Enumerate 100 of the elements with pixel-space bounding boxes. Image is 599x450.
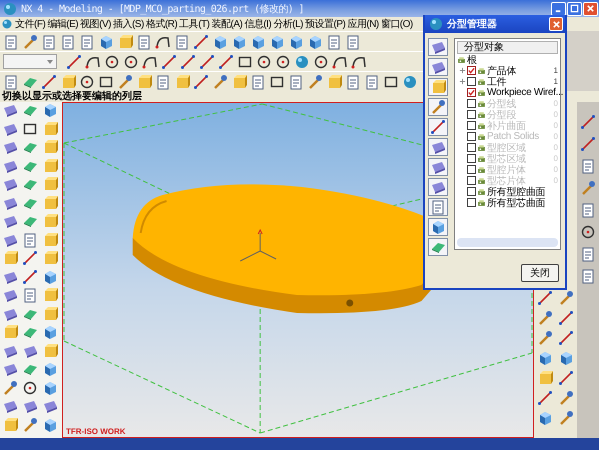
- close-button[interactable]: 关闭: [521, 264, 559, 282]
- doc-icon[interactable]: [580, 268, 596, 284]
- circle-icon[interactable]: [275, 54, 291, 70]
- doc-icon[interactable]: [345, 34, 361, 50]
- circle-icon[interactable]: [580, 224, 596, 240]
- tool-button[interactable]: [428, 138, 448, 156]
- tool-button[interactable]: [428, 38, 448, 56]
- doc-icon[interactable]: [136, 34, 152, 50]
- block-icon[interactable]: [2, 416, 18, 432]
- block-icon[interactable]: [42, 232, 58, 248]
- circle-icon[interactable]: [256, 54, 272, 70]
- line-icon[interactable]: [537, 390, 553, 406]
- close-button[interactable]: [549, 17, 563, 31]
- tool-icon[interactable]: [558, 390, 574, 406]
- menu-item[interactable]: 编辑(E): [47, 17, 78, 31]
- line-icon[interactable]: [537, 290, 553, 306]
- doc-icon[interactable]: [580, 246, 596, 262]
- cube-icon[interactable]: [288, 34, 304, 50]
- tool-button[interactable]: [428, 158, 448, 176]
- doc-icon[interactable]: [250, 74, 266, 90]
- cube-icon[interactable]: [250, 34, 266, 50]
- doc-icon[interactable]: [345, 74, 361, 90]
- tool-button[interactable]: [428, 218, 448, 236]
- tool-button[interactable]: [428, 118, 448, 136]
- maximize-button[interactable]: [567, 2, 582, 16]
- circle-icon[interactable]: [79, 74, 95, 90]
- plate-icon[interactable]: [2, 361, 18, 377]
- expand-icon[interactable]: [459, 78, 466, 85]
- plate-icon[interactable]: [22, 398, 38, 414]
- doc-icon[interactable]: [60, 34, 76, 50]
- block-icon[interactable]: [42, 194, 58, 210]
- cube-icon[interactable]: [537, 410, 553, 426]
- tool-icon[interactable]: [212, 74, 228, 90]
- line-icon[interactable]: [22, 268, 38, 284]
- checkbox[interactable]: [467, 77, 476, 86]
- circle-icon[interactable]: [22, 380, 38, 396]
- block-icon[interactable]: [42, 342, 58, 358]
- line-icon[interactable]: [558, 370, 574, 386]
- block-icon[interactable]: [42, 213, 58, 229]
- line-icon[interactable]: [218, 54, 234, 70]
- menu-item[interactable]: 文件(F): [15, 17, 46, 31]
- tool-button[interactable]: [428, 98, 448, 116]
- doc-icon[interactable]: [155, 74, 171, 90]
- plate-icon[interactable]: [2, 176, 18, 192]
- cube-icon[interactable]: [42, 268, 58, 284]
- tool-icon[interactable]: [537, 330, 553, 346]
- block-icon[interactable]: [42, 287, 58, 303]
- tool-icon[interactable]: [580, 180, 596, 196]
- checkbox[interactable]: [467, 187, 476, 196]
- menu-item[interactable]: 信息(I): [244, 17, 272, 31]
- block-icon[interactable]: [2, 250, 18, 266]
- menu-item[interactable]: 窗口(O): [380, 17, 413, 31]
- doc-icon[interactable]: [22, 287, 38, 303]
- line-icon[interactable]: [161, 54, 177, 70]
- tool-icon[interactable]: [537, 310, 553, 326]
- cube-icon[interactable]: [42, 361, 58, 377]
- line-icon[interactable]: [580, 136, 596, 152]
- line-icon[interactable]: [580, 114, 596, 130]
- menu-item[interactable]: 视图(V): [80, 17, 111, 31]
- circle-icon[interactable]: [313, 54, 329, 70]
- checkbox[interactable]: [467, 66, 476, 75]
- cube-icon[interactable]: [42, 102, 58, 118]
- expand-icon[interactable]: [459, 67, 466, 74]
- block-icon[interactable]: [42, 306, 58, 322]
- doc-icon[interactable]: [288, 74, 304, 90]
- line-icon[interactable]: [193, 74, 209, 90]
- doc-icon[interactable]: [580, 202, 596, 218]
- tree-item[interactable]: 产品体: [487, 64, 516, 78]
- plate-icon[interactable]: [2, 213, 18, 229]
- menu-item[interactable]: 工具(T): [179, 17, 210, 31]
- plate-icon[interactable]: [2, 398, 18, 414]
- cube-icon[interactable]: [558, 350, 574, 366]
- doc-icon[interactable]: [580, 158, 596, 174]
- line-icon[interactable]: [558, 330, 574, 346]
- cube-icon[interactable]: [307, 34, 323, 50]
- tool-icon[interactable]: [117, 74, 133, 90]
- tool-icon[interactable]: [307, 74, 323, 90]
- line-icon[interactable]: [66, 54, 82, 70]
- cube-icon[interactable]: [42, 324, 58, 340]
- circle-icon[interactable]: [104, 54, 120, 70]
- block-icon[interactable]: [42, 158, 58, 174]
- menu-item[interactable]: 装配(A): [211, 17, 242, 31]
- menu-item[interactable]: 应用(N): [347, 17, 379, 31]
- plate-icon[interactable]: [2, 287, 18, 303]
- doc-icon[interactable]: [3, 74, 19, 90]
- plate-icon[interactable]: [2, 139, 18, 155]
- horizontal-scrollbar[interactable]: [457, 238, 558, 247]
- tool-icon[interactable]: [22, 416, 38, 432]
- checkbox[interactable]: [467, 88, 476, 97]
- line-icon[interactable]: [41, 74, 57, 90]
- line-icon[interactable]: [199, 54, 215, 70]
- dropdown-field[interactable]: [3, 54, 57, 69]
- tool-button[interactable]: [428, 78, 448, 96]
- block-icon[interactable]: [2, 324, 18, 340]
- tool-icon[interactable]: [2, 380, 18, 396]
- line-icon[interactable]: [180, 54, 196, 70]
- block-icon[interactable]: [42, 250, 58, 266]
- cube-icon[interactable]: [98, 34, 114, 50]
- doc-icon[interactable]: [79, 34, 95, 50]
- tool-icon[interactable]: [558, 410, 574, 426]
